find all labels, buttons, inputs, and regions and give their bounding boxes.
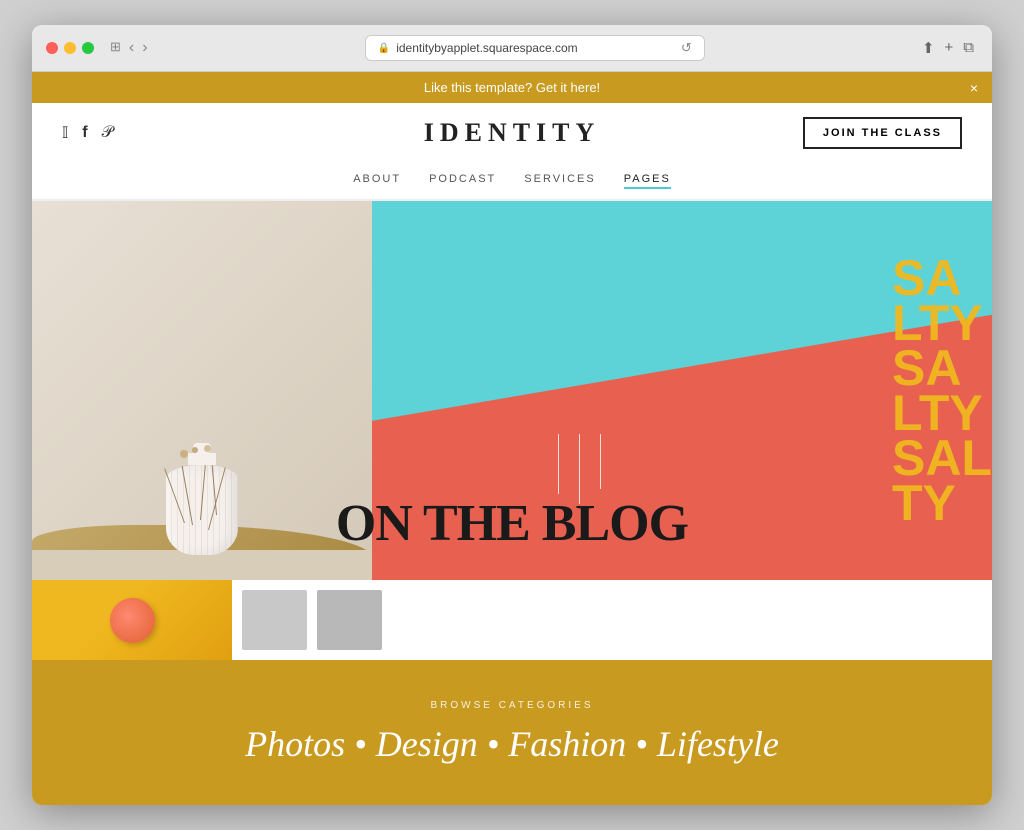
site-logo[interactable]: IDENTITY	[424, 118, 601, 148]
forward-icon[interactable]: ›	[142, 39, 147, 57]
refresh-icon[interactable]: ↺	[681, 40, 692, 56]
blog-preview-thumb-1[interactable]	[242, 590, 307, 650]
window-switcher-icon[interactable]: ⊞	[110, 39, 121, 57]
yellow-preview-image	[32, 580, 232, 660]
vase-body	[166, 465, 238, 555]
address-bar[interactable]: 🔒 identitybyapplet.squarespace.com ↺	[365, 35, 705, 61]
blog-preview-mid	[232, 580, 992, 660]
minimize-button[interactable]	[64, 42, 76, 54]
pinterest-icon[interactable]: 𝒫	[102, 124, 114, 142]
nav-item-about[interactable]: ABOUT	[353, 173, 401, 189]
maximize-button[interactable]	[82, 42, 94, 54]
orange-circle-decoration	[110, 598, 155, 643]
browser-controls: ⊞ ‹ ›	[110, 39, 148, 57]
announcement-bar: Like this template? Get it here! ×	[32, 72, 992, 103]
duplicate-tab-icon[interactable]: ⧉	[963, 39, 974, 57]
site-content: Like this template? Get it here! × 𝕀 f 𝒫…	[32, 72, 992, 805]
share-icon[interactable]: ⬆	[922, 39, 935, 57]
salty-row-3: SA	[892, 346, 992, 391]
categories-items: Photos • Design • Fashion • Lifestyle	[52, 723, 972, 765]
nav-item-podcast[interactable]: PODCAST	[429, 173, 496, 189]
salty-text-container: SA LTY SA LTY SAL TY	[792, 201, 992, 580]
join-button-wrapper: JOIN THE CLASS	[803, 117, 962, 149]
blog-title-overlay: ON THE BLOG	[336, 498, 688, 550]
browser-actions: ⬆ + ⧉	[922, 39, 974, 57]
facebook-icon[interactable]: f	[82, 124, 87, 142]
url-text: identitybyapplet.squarespace.com	[396, 41, 577, 55]
announcement-close-button[interactable]: ×	[970, 80, 978, 96]
salty-row-4: LTY	[892, 391, 992, 436]
site-nav: ABOUT PODCAST SERVICES PAGES	[32, 163, 992, 201]
hero-section: SA LTY SA LTY SAL TY	[32, 201, 992, 580]
browser-window: ⊞ ‹ › 🔒 identitybyapplet.squarespace.com…	[32, 25, 992, 805]
blog-title: ON THE BLOG	[336, 498, 688, 550]
vase-neck	[188, 453, 216, 465]
salty-row-6: TY	[892, 481, 992, 526]
browse-label: BROWSE CATEGORIES	[52, 700, 972, 711]
close-button[interactable]	[46, 42, 58, 54]
site-header: 𝕀 f 𝒫 IDENTITY JOIN THE CLASS	[32, 103, 992, 163]
back-icon[interactable]: ‹	[129, 39, 134, 57]
address-bar-wrapper: 🔒 identitybyapplet.squarespace.com ↺	[158, 35, 912, 61]
nav-item-pages[interactable]: PAGES	[624, 173, 671, 189]
categories-section: BROWSE CATEGORIES Photos • Design • Fash…	[32, 660, 992, 805]
lock-icon: 🔒	[378, 43, 390, 54]
new-tab-icon[interactable]: +	[945, 39, 954, 57]
salty-row-5: SAL	[892, 436, 992, 481]
blog-preview-thumb-2[interactable]	[317, 590, 382, 650]
announcement-text: Like this template? Get it here!	[424, 80, 600, 95]
nav-item-services[interactable]: SERVICES	[524, 173, 595, 189]
blog-preview-yellow[interactable]	[32, 580, 232, 660]
traffic-lights	[46, 42, 94, 54]
browser-titlebar: ⊞ ‹ › 🔒 identitybyapplet.squarespace.com…	[32, 25, 992, 71]
hero-left-image	[32, 201, 372, 580]
vase-background	[32, 201, 372, 580]
flag-sticks	[558, 434, 601, 504]
salty-row-1: SA	[892, 256, 992, 301]
browser-chrome: ⊞ ‹ › 🔒 identitybyapplet.squarespace.com…	[32, 25, 992, 72]
social-icons: 𝕀 f 𝒫	[62, 123, 113, 143]
salty-letters: SA LTY SA LTY SAL TY	[892, 256, 992, 526]
join-button[interactable]: JOIN THE CLASS	[803, 117, 962, 149]
below-hero-row	[32, 580, 992, 660]
salty-row-2: LTY	[892, 301, 992, 346]
instagram-icon[interactable]: 𝕀	[62, 123, 68, 143]
